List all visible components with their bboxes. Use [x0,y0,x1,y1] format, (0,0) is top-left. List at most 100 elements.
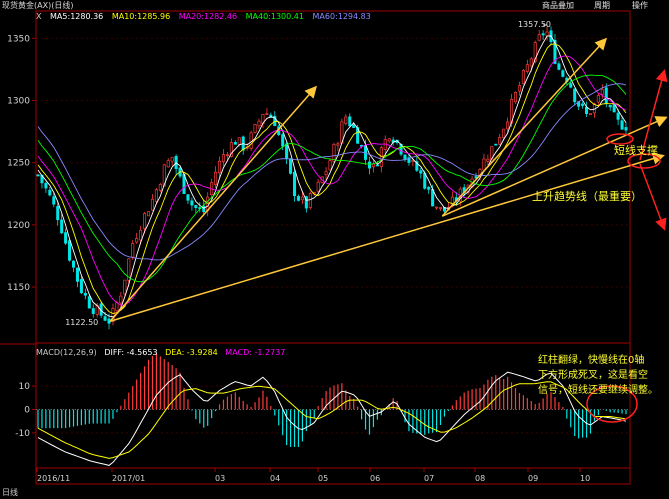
candle-body [581,103,585,106]
candle-body [585,106,589,115]
chart-frame [35,10,631,485]
x-tick-label: 07 [424,474,434,483]
long-uptrend-line [109,152,665,322]
candle-body [296,196,300,201]
candle-body [292,171,297,197]
candle-body [103,316,107,321]
macd-note-line3: 信号，短线还要继续调整。 [538,385,658,396]
short-support-note: 短线支撑 [614,144,658,157]
candle-body [541,33,545,36]
x-tick-label: 10 [580,474,590,483]
candle-body [588,113,593,116]
candle-body [83,292,87,296]
x-tick-label: 03 [215,474,225,483]
candle-body [143,213,147,229]
period-label: 日线 [2,488,18,497]
price-tick-label: 1350 [7,34,30,44]
ma10-legend: MA10:1285.96 [111,12,171,21]
candle-body [624,127,628,131]
candle-body [257,120,261,127]
candle-body [600,89,604,95]
candle-body [300,196,304,201]
candle-body [131,243,135,258]
candle-body [596,95,600,103]
candle-body [332,144,336,162]
trend-arrow-1 [109,85,317,322]
candle-body [525,64,529,72]
candle-body [529,58,533,67]
price-tick-label: 1200 [7,221,30,231]
candle-body [221,154,226,162]
candle-body [202,205,206,212]
candle-body [344,116,348,124]
candle-body [569,83,573,88]
macd-tick-label: -10 [15,429,30,439]
candle-body [371,163,375,168]
candle-body [545,31,549,37]
candle-body [561,70,565,77]
ma-legend: X MA5:1280.36 MA10:1285.96 MA20:1282.46 … [36,12,377,21]
candle-body [620,120,624,130]
candle-body [170,157,174,162]
candle-body [186,194,190,201]
candle-body [75,267,79,282]
candle-body [608,105,612,108]
candle-body [154,189,158,202]
candle-body [214,171,218,185]
low-price-label: 1122.50 [65,318,98,327]
candle-body [194,205,198,208]
candle-body [68,240,72,261]
candle-body [146,211,151,217]
candle-body [79,279,83,294]
candle-body [119,295,123,304]
candle-body [486,158,490,162]
candle-body [253,124,257,133]
x-tick-label: 09 [528,474,538,483]
price-chart: 1150 1200 1250 1300 1350 10 0 -10 2017/01 03 04 05 0… [0,10,668,485]
candle-body [87,296,91,309]
price-tick-label: 1250 [7,159,30,169]
candle-body [573,88,577,103]
candle-body [375,164,379,167]
candle-body [521,70,525,84]
uptrend-note: 上升趋势线（最重要） [532,190,642,203]
candle-body [44,182,48,189]
candle-body [604,87,608,104]
candle-body [379,147,383,167]
x-tick-label: 08 [475,474,485,483]
candle-body [71,260,76,268]
ma10-line [37,43,627,314]
x-tick-label: 2017/01 [112,474,145,483]
macd-note-line2: 下方形成死叉，这是看空 [538,370,648,381]
candle-body [158,183,162,191]
candle-body [387,138,391,142]
indicator-close-icon[interactable]: X [36,12,41,21]
candle-body [502,128,506,138]
macd-note-line1: 红柱翻绿，快慢线在0轴 [538,355,645,366]
candle-body [135,237,139,243]
candle-body [139,229,143,241]
x-tick-label: 2016/11 [37,474,70,483]
candle-body [285,143,289,159]
ma20-legend: MA20:1282.46 [178,12,238,21]
candle-body [233,142,237,145]
diff-value: DIFF: -4.5653 [104,348,158,357]
candle-body [427,186,431,190]
candle-body [419,170,423,174]
candle-body [218,160,222,174]
candle-body [36,174,40,177]
candle-body [352,124,356,128]
candle-body [324,171,328,176]
candle-body [265,113,269,115]
candle-body [190,200,194,206]
ma60-legend: MA60:1294.83 [312,12,371,21]
red-arrow-down [639,163,667,231]
candle-body [237,137,241,145]
candle-body [225,154,229,157]
ma60-line [37,83,627,261]
candle-body [612,104,616,113]
price-tick-label: 1150 [7,283,30,293]
candle-body [498,137,502,145]
candle-body [56,206,60,221]
candle-body [316,181,320,192]
